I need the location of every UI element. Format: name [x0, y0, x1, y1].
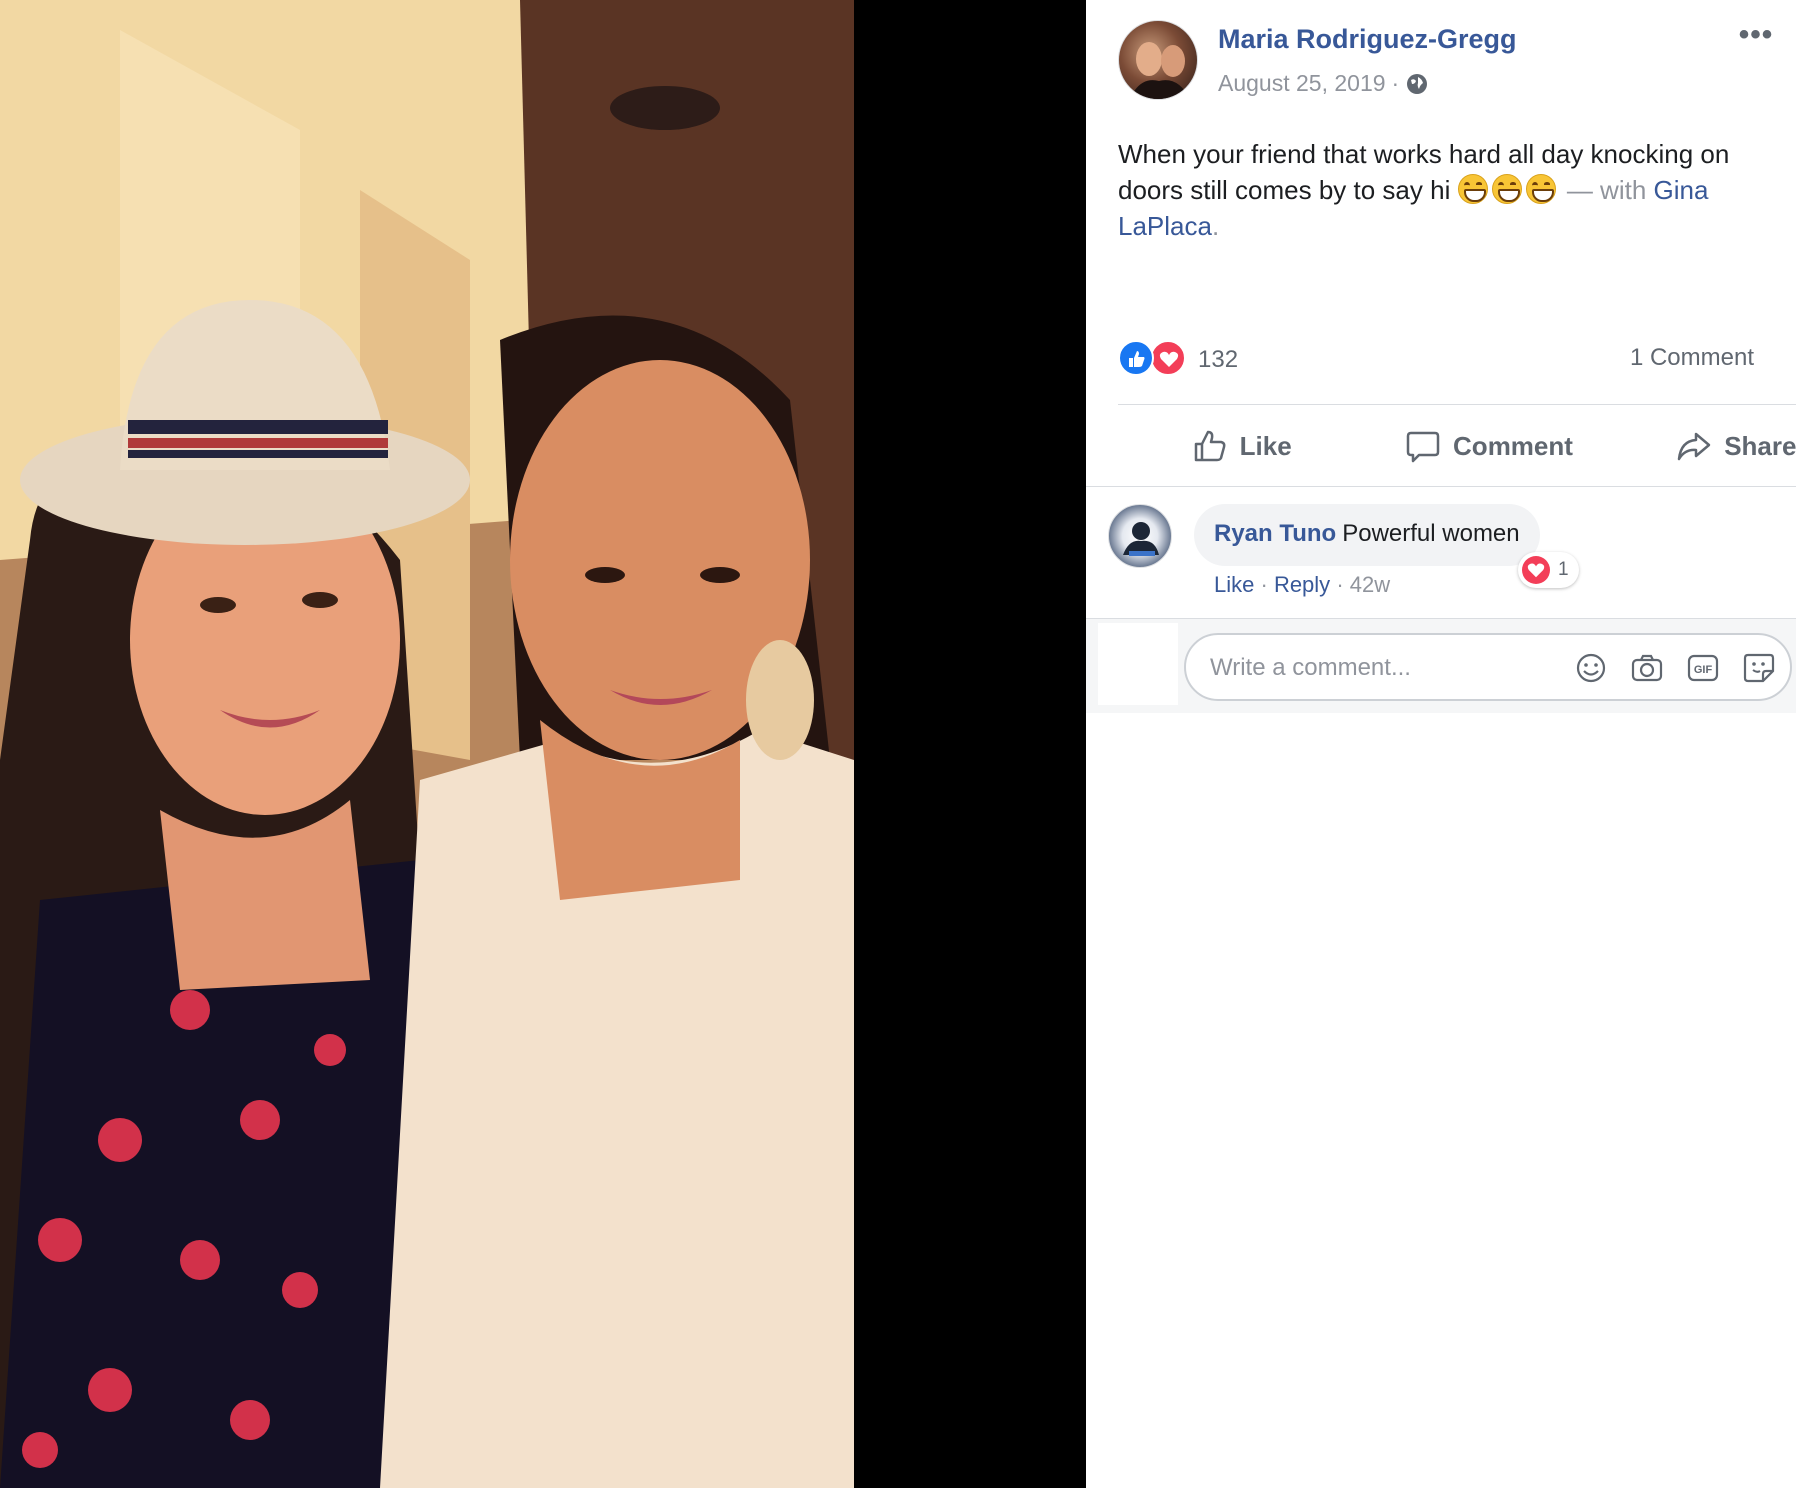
reactions-summary[interactable]: 132 1 Comment: [1118, 336, 1796, 384]
comment-input[interactable]: Write a comment... GIF: [1184, 633, 1792, 701]
share-arrow-icon: [1677, 432, 1711, 461]
commenter-name[interactable]: Ryan Tuno: [1214, 520, 1336, 547]
like-label: Like: [1239, 430, 1292, 461]
comment-reply-link[interactable]: Reply: [1274, 572, 1330, 597]
love-icon: [1522, 556, 1550, 584]
post-text-end: .: [1211, 211, 1220, 241]
comment-composer: Write a comment... GIF: [1086, 619, 1796, 713]
share-label: Share: [1724, 430, 1796, 461]
comment-button[interactable]: Comment: [1365, 414, 1612, 478]
post-actions: Like Comment Share: [1118, 414, 1796, 478]
like-icon: [1118, 340, 1154, 376]
sticker-icon[interactable]: [1742, 651, 1776, 685]
comment-count[interactable]: 1 Comment: [1630, 344, 1754, 372]
comment-actions: Like · Reply · 42w: [1214, 572, 1390, 598]
post-panel: Maria Rodriguez-Gregg August 25, 2019 · …: [1086, 0, 1796, 1488]
comment-label: Comment: [1453, 430, 1573, 461]
post-date[interactable]: August 25, 2019: [1218, 70, 1386, 97]
gif-icon-label: GIF: [1694, 664, 1713, 676]
love-icon: [1150, 340, 1186, 376]
comment-like-link[interactable]: Like: [1214, 572, 1254, 597]
emoji-icon[interactable]: [1574, 651, 1608, 685]
reaction-count[interactable]: 132: [1198, 346, 1238, 374]
post-header: Maria Rodriguez-Gregg August 25, 2019 · …: [1118, 20, 1778, 100]
photo-viewer: [0, 0, 1086, 1488]
commenter-avatar[interactable]: [1108, 504, 1172, 568]
post-photo[interactable]: [0, 0, 854, 1488]
comment-reaction-badge[interactable]: 1: [1518, 552, 1579, 588]
viewer-avatar: [1098, 623, 1178, 705]
post-meta: August 25, 2019 ·: [1218, 70, 1429, 97]
grinning-emoji-icon: [1457, 174, 1488, 204]
camera-icon[interactable]: [1630, 651, 1664, 685]
like-button[interactable]: Like: [1118, 414, 1365, 478]
comment-bubble: Ryan Tuno Powerful women: [1194, 504, 1540, 566]
with-label: — with: [1566, 175, 1647, 205]
grinning-emoji-icon: [1491, 174, 1522, 204]
separator: ·: [1336, 572, 1344, 597]
author-name[interactable]: Maria Rodriguez-Gregg: [1218, 24, 1517, 55]
gif-icon[interactable]: GIF: [1686, 651, 1720, 685]
comment-item: Ryan Tuno Powerful women 1 Like · Reply ·…: [1108, 504, 1788, 608]
separator: ·: [1260, 572, 1268, 597]
more-options-button[interactable]: •••: [1734, 20, 1778, 60]
author-avatar[interactable]: [1118, 20, 1198, 100]
post-text: When your friend that works hard all day…: [1118, 136, 1758, 244]
thumbs-up-icon: [1194, 430, 1226, 462]
comment-bubble-icon: [1406, 431, 1440, 463]
composer-icons: GIF: [1574, 651, 1776, 685]
comment-age[interactable]: 42w: [1350, 572, 1390, 597]
photo-illustration: [0, 0, 854, 1488]
meta-separator: ·: [1391, 70, 1400, 96]
comment-input-placeholder: Write a comment...: [1210, 654, 1411, 681]
divider: [1118, 404, 1796, 405]
comment-reaction-count: 1: [1558, 559, 1569, 580]
divider: [1086, 486, 1796, 487]
grinning-emoji-icon: [1525, 174, 1556, 204]
globe-icon[interactable]: [1405, 72, 1429, 96]
share-button[interactable]: Share: [1613, 414, 1796, 478]
comment-text: Powerful women: [1342, 520, 1520, 547]
